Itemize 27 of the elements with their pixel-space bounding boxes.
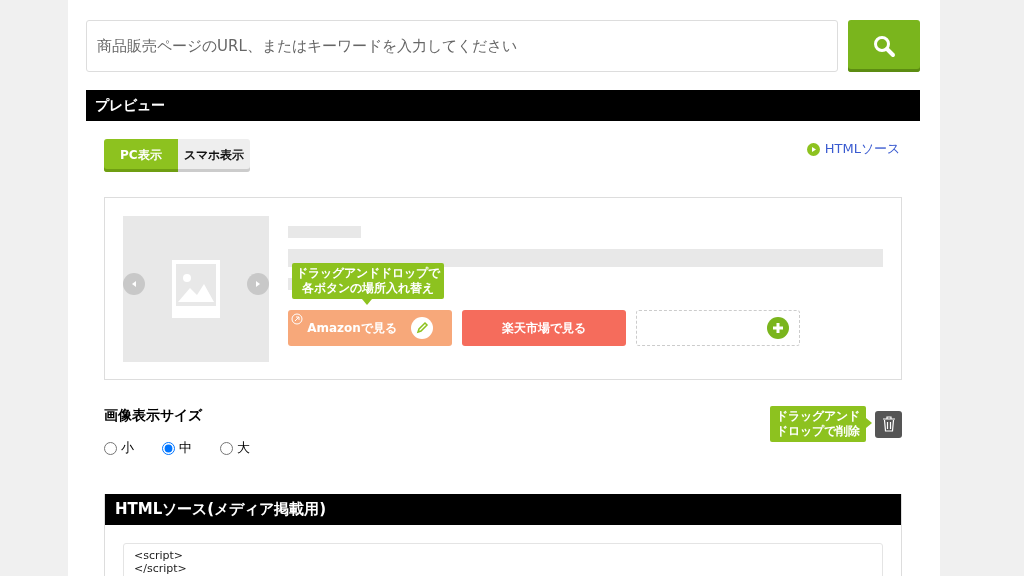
- search-icon: [872, 34, 896, 58]
- code-line: </script>: [134, 562, 188, 575]
- section-header: HTMLソース(メディア掲載用): [105, 494, 901, 525]
- plus-icon: [767, 317, 789, 339]
- view-tab[interactable]: スマホ表示: [177, 139, 250, 172]
- play-icon: [806, 142, 820, 156]
- delete-button[interactable]: [875, 410, 902, 438]
- trash-icon: [881, 416, 896, 432]
- tooltip-pointer: [362, 299, 372, 305]
- html-source-link[interactable]: HTMLソース: [806, 140, 900, 158]
- left-icon: [130, 280, 138, 288]
- search-button[interactable]: [848, 20, 920, 72]
- size-label: 画像表示サイズ: [104, 407, 204, 425]
- size-option[interactable]: 大: [220, 439, 250, 457]
- size-option[interactable]: 中: [162, 439, 192, 457]
- add-button-slot[interactable]: [636, 310, 800, 346]
- size-option[interactable]: 小: [104, 439, 134, 457]
- code-line: <script>: [134, 549, 185, 562]
- code-box[interactable]: <script> </script>: [123, 543, 883, 576]
- right-icon: [254, 280, 262, 288]
- previous-button[interactable]: [123, 273, 145, 295]
- search-field[interactable]: 商品販売ページのURL、またはキーワードを入力してください: [86, 20, 838, 72]
- tooltip-pointer: [866, 418, 872, 428]
- next-button[interactable]: [247, 273, 269, 295]
- pencil-icon: [410, 317, 433, 339]
- link-icon: [291, 313, 303, 325]
- section-header: プレビュー: [86, 90, 920, 121]
